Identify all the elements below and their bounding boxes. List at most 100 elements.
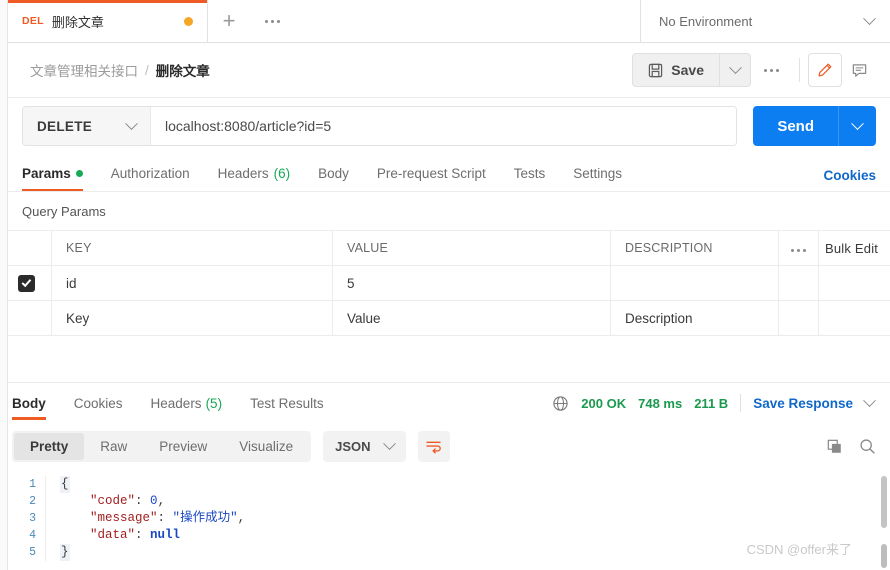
table-row[interactable]: id 5 [0,265,890,301]
request-more-actions-button[interactable] [751,53,791,87]
code-line: 3 "message": "操作成功", [0,510,890,527]
tab-settings[interactable]: Settings [559,155,636,191]
checkbox-checked-icon[interactable] [17,274,35,292]
save-options-button[interactable] [719,53,751,87]
chevron-down-icon[interactable] [863,393,876,407]
breadcrumb-bar: 文章管理相关接口 / 删除文章 Save [0,43,890,98]
comments-button[interactable] [842,53,876,87]
breadcrumb-separator: / [145,62,149,78]
response-tab-body[interactable]: Body [12,384,60,423]
bulk-edit-button[interactable]: Bulk Edit [818,230,890,266]
view-mode-visualize[interactable]: Visualize [223,433,309,460]
row-checkbox-cell[interactable] [0,265,52,301]
request-section-tabs: Params Authorization Headers (6) Body Pr… [0,154,890,192]
save-button[interactable]: Save [632,53,719,87]
row-value[interactable]: 5 [332,265,611,301]
status-divider [740,394,742,412]
tab-headers-label: Headers [217,165,269,181]
word-wrap-icon [426,441,441,454]
column-header-key: KEY [51,230,333,266]
tab-strip-spacer [294,0,641,42]
request-tab-delete-article[interactable]: DEL 删除文章 [8,0,208,42]
row-actions[interactable] [778,265,819,301]
save-button-label: Save [671,62,704,78]
word-wrap-button[interactable] [417,431,450,462]
http-method-selector[interactable]: DELETE [23,107,151,145]
query-params-section: Query Params KEY VALUE DESCRIPTION Bulk … [0,192,890,383]
column-header-description: DESCRIPTION [610,230,779,266]
copy-icon[interactable] [827,439,843,455]
response-format-bar: Pretty Raw Preview Visualize JSON [0,423,890,470]
code-line-text: "message": "操作成功", [90,511,246,525]
chevron-down-icon [851,116,864,130]
response-tab-headers[interactable]: Headers (5) [137,384,237,423]
response-body-viewer[interactable]: 1 { 2 "code": 0, 3 "message": "操作成功", 4 … [0,470,890,570]
method-url-group: DELETE [22,106,738,146]
new-row-description-input[interactable]: Description [610,300,779,336]
new-row-key-input[interactable]: Key [51,300,333,336]
tab-body[interactable]: Body [304,155,363,191]
response-tab-cookies[interactable]: Cookies [60,384,137,423]
new-row-actions[interactable] [778,300,819,336]
globe-icon[interactable] [552,395,569,412]
response-tab-test-results[interactable]: Test Results [236,384,338,423]
view-mode-preview[interactable]: Preview [143,433,223,460]
floppy-disk-icon [649,63,663,77]
response-size: 211 B [694,395,729,411]
row-checkbox-cell[interactable] [0,300,52,336]
chevron-down-icon [125,116,138,130]
search-icon[interactable] [859,438,876,455]
chevron-down-icon [728,60,742,74]
view-mode-pretty[interactable]: Pretty [14,433,85,460]
response-time: 748 ms [638,395,683,411]
ellipsis-icon [791,249,806,252]
code-line-text: "code": 0, [90,494,166,508]
row-description[interactable] [610,265,779,301]
tab-headers[interactable]: Headers (6) [204,155,305,191]
response-tab-headers-count: (5) [205,395,223,411]
params-more-actions-button[interactable] [778,230,819,266]
tab-pre-request-script-label: Pre-request Script [376,165,486,181]
json-value-data: null [150,528,181,542]
row-spacer [818,265,890,301]
cookies-link[interactable]: Cookies [823,168,876,191]
response-tab-test-results-label: Test Results [250,395,324,411]
tab-method-badge: DEL [22,15,44,27]
request-url-bar: DELETE Send [0,98,890,154]
response-scrollbar-thumb[interactable] [881,476,887,528]
response-language-selector[interactable]: JSON [323,431,406,462]
row-key[interactable]: id [51,265,333,301]
column-select-all[interactable] [0,230,52,266]
save-response-button[interactable]: Save Response [753,396,853,411]
edit-request-button[interactable] [808,53,842,87]
new-tab-button[interactable]: + [208,0,250,42]
code-line-text: { [60,476,70,493]
query-params-table: KEY VALUE DESCRIPTION Bulk Edit id 5 Key… [0,230,890,336]
tab-title: 删除文章 [51,14,104,30]
tab-options-button[interactable] [250,0,294,42]
tab-params[interactable]: Params [22,155,97,191]
breadcrumb-parent[interactable]: 文章管理相关接口 [30,60,138,80]
response-scrollbar-thumb-lower[interactable] [881,544,887,568]
code-line: 1 { [0,476,890,493]
table-row[interactable]: Key Value Description [0,300,890,336]
send-button-group[interactable]: Send [753,106,876,146]
send-options-button[interactable] [838,106,876,146]
tab-settings-label: Settings [573,165,623,181]
response-view-mode-group: Pretty Raw Preview Visualize [12,431,312,462]
response-tab-body-label: Body [12,395,46,411]
tab-strip: DEL 删除文章 + No Environment [0,0,890,43]
response-tab-headers-label: Headers [150,395,202,411]
table-header-row: KEY VALUE DESCRIPTION Bulk Edit [0,230,890,266]
tab-authorization[interactable]: Authorization [97,155,204,191]
tab-authorization-label: Authorization [110,165,190,181]
view-mode-raw[interactable]: Raw [84,433,143,460]
tab-pre-request-script[interactable]: Pre-request Script [363,155,500,191]
chevron-down-icon [863,11,876,25]
unsaved-changes-dot-icon [184,16,193,26]
request-url-input[interactable] [151,107,737,145]
send-button[interactable]: Send [753,106,838,146]
new-row-value-input[interactable]: Value [332,300,611,336]
tab-tests[interactable]: Tests [500,155,560,191]
environment-selector[interactable]: No Environment [641,0,890,42]
